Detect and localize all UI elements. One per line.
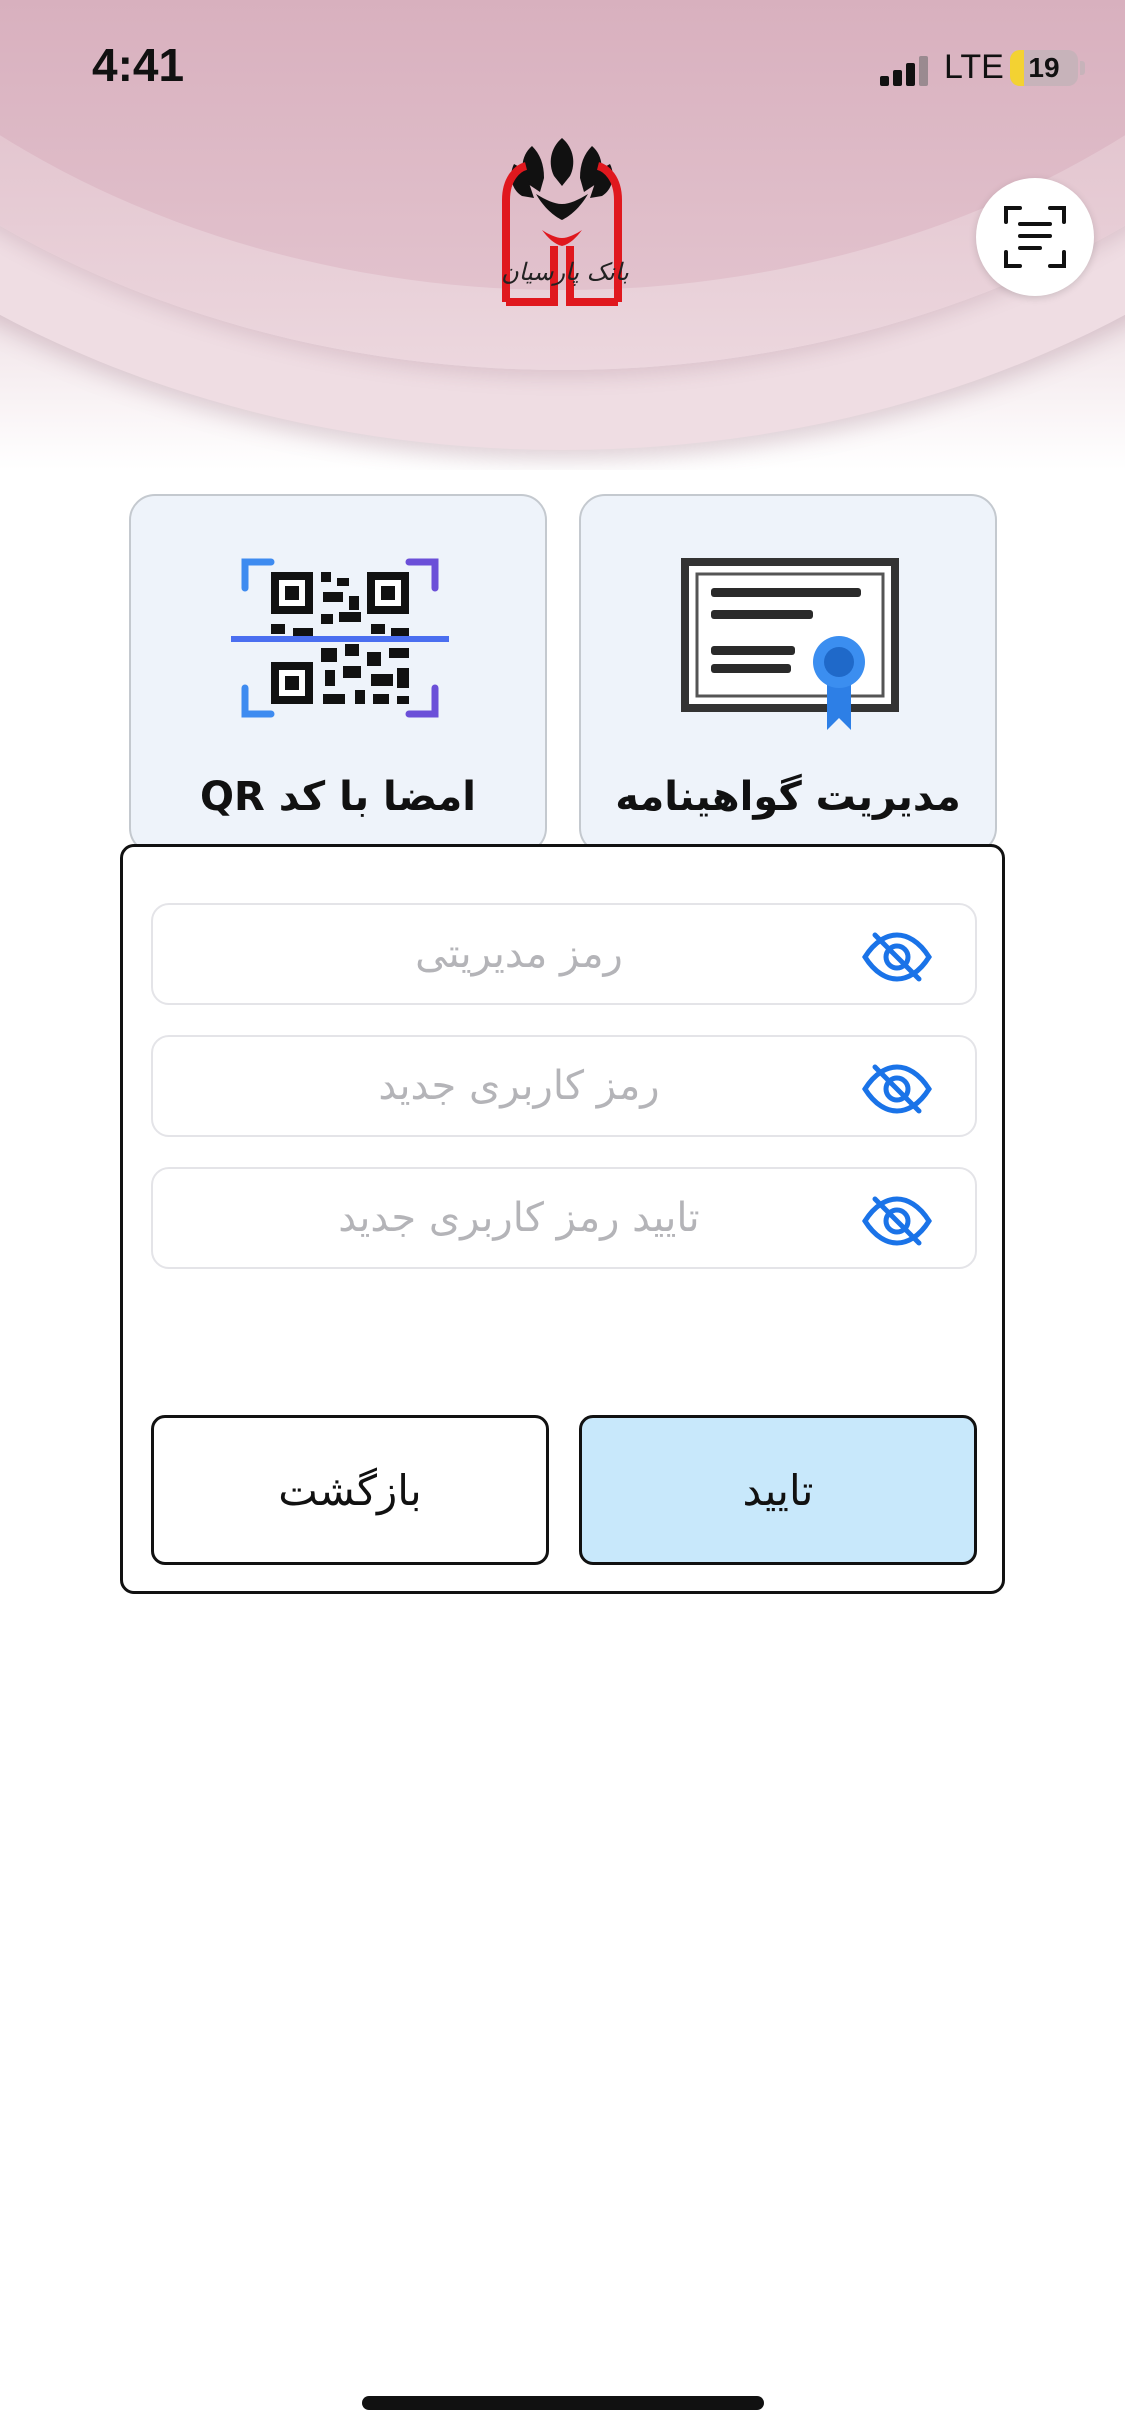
new-user-password-field[interactable] xyxy=(151,1035,977,1137)
tile-label: امضا با کد QR xyxy=(200,774,476,820)
new-user-password-input[interactable] xyxy=(153,1037,975,1135)
battery-level: 19 xyxy=(1028,52,1060,83)
status-time: 4:41 xyxy=(92,39,185,91)
signal-icon xyxy=(880,56,930,86)
battery-icon: 19 xyxy=(1010,50,1078,86)
admin-password-field[interactable] xyxy=(151,903,977,1005)
eye-off-icon[interactable] xyxy=(861,1063,933,1115)
scan-button[interactable] xyxy=(976,178,1094,296)
status-bar: 4:41 LTE 19 xyxy=(0,0,1125,140)
confirm-button[interactable]: تایید xyxy=(579,1415,977,1565)
confirm-new-password-field[interactable] xyxy=(151,1167,977,1269)
eye-off-icon[interactable] xyxy=(861,1195,933,1247)
admin-password-input[interactable] xyxy=(153,905,975,1003)
confirm-new-password-input[interactable] xyxy=(153,1169,975,1267)
document-scan-icon xyxy=(1004,206,1066,268)
sign-with-qr-tile[interactable]: امضا با کد QR xyxy=(129,494,547,854)
network-type: LTE xyxy=(944,48,1004,86)
change-password-dialog: بازگشت تایید xyxy=(120,844,1005,1594)
eye-off-icon[interactable] xyxy=(861,931,933,983)
bank-name: بانک پارسیان xyxy=(501,258,629,286)
home-indicator[interactable] xyxy=(362,2396,764,2410)
back-button[interactable]: بازگشت xyxy=(151,1415,549,1565)
tile-label: مدیریت گواهینامه xyxy=(615,774,961,820)
certificate-icon xyxy=(681,558,899,730)
qr-scan-icon xyxy=(231,558,449,718)
certificate-management-tile[interactable]: مدیریت گواهینامه xyxy=(579,494,997,854)
screen: 4:41 LTE 19 بانک پارسیان امضا با کد QR م… xyxy=(0,0,1125,2436)
